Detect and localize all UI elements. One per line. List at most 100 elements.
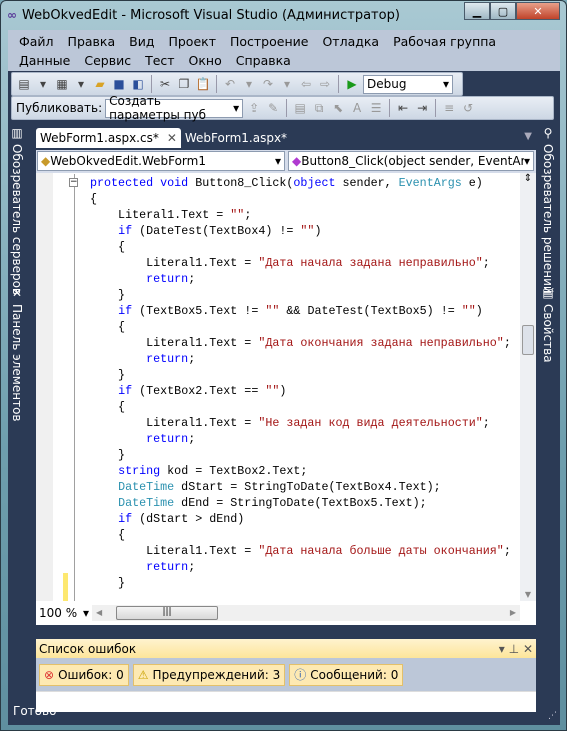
start-debug-icon[interactable]: ▶ [344,76,360,92]
add-item-icon[interactable]: ▦ [54,76,70,92]
close-button[interactable]: ✕ [516,2,560,20]
errors-filter-button[interactable]: ⊗ Ошибок: 0 [39,663,129,686]
info-icon: ⓘ [294,668,307,682]
menu-item[interactable]: Отладка [315,32,386,51]
messages-count: Сообщений: 0 [310,667,399,682]
code-token: ; [188,432,196,446]
code-line: } [90,447,511,463]
zoom-select[interactable]: 100 % ▾ [36,603,92,623]
edit-publish-icon[interactable]: ✎ [265,100,281,116]
menu-item[interactable]: Вид [122,32,161,51]
warning-icon: ⚠ [137,667,149,682]
open-folder-icon[interactable]: ▰ [92,76,108,92]
scroll-thumb[interactable]: ||| [116,606,218,620]
publish-web-icon[interactable]: ⇪ [246,100,262,116]
format-icon[interactable]: ▤ [292,100,308,116]
collapse-icon[interactable]: − [69,178,78,187]
copy-icon[interactable]: ❐ [176,76,192,92]
maximize-button[interactable]: ▢ [490,2,516,20]
status-bar: Готово [13,704,56,718]
menu-item[interactable]: Тест [138,51,181,70]
code-token: ) [314,224,322,238]
list-icon[interactable]: ☰ [368,100,384,116]
tab-webform1-aspx-cs[interactable]: WebForm1.aspx.cs* ✕ [36,128,181,148]
close-panel-icon[interactable]: ✕ [523,642,533,656]
code-token: { [90,240,126,254]
code-line: if (dStart > dEnd) [90,511,511,527]
scroll-down-icon[interactable]: ▼ [520,590,536,599]
resize-grip-icon[interactable]: ⋰ [548,711,557,721]
properties-tab[interactable]: ▤ Свойства [541,286,555,363]
menu-bar: Файл Правка Вид Проект Построение Отладка Рабо… [8,30,560,71]
menu-item[interactable]: Построение [223,32,315,51]
pin-icon[interactable]: ⊥ [509,642,519,656]
close-tab-icon[interactable]: ✕ [167,131,177,145]
navigate-forward-icon[interactable]: ⇨ [317,76,333,92]
code-token: e) [461,176,483,190]
indent-icon[interactable]: ⇥ [414,100,430,116]
menu-item[interactable]: Рабочая группа [386,32,503,51]
redo-icon[interactable]: ↷ [260,76,276,92]
tab-webform1-aspx[interactable]: WebForm1.aspx* [181,128,291,148]
code-editor[interactable]: − protected void Button8_Click(object se… [36,173,536,601]
code-token: Literal1.Text = [90,208,231,222]
warnings-filter-button[interactable]: ⚠ Предупреждений: 3 [132,663,286,686]
code-token: return [146,272,189,286]
menu-item[interactable]: Данные [12,51,77,70]
layout-icon[interactable]: ⧉ [311,100,327,116]
vertical-scrollbar[interactable]: ⇕ ▼ [520,173,536,601]
class-select[interactable]: ◆WebOkvedEdit.WebForm1 ▾ [37,151,285,171]
menu-item[interactable]: Сервис [77,51,138,70]
comment-icon[interactable]: ≡ [441,100,457,116]
new-project-icon[interactable]: ▤ [16,76,32,92]
error-list-title: Список ошибок [39,641,137,656]
navigate-back-icon[interactable]: ⇦ [298,76,314,92]
save-all-icon[interactable]: ◧ [130,76,146,92]
code-token: } [90,576,126,590]
title-bar: ∞ WebOkvedEdit - Microsoft Visual Studio… [7,5,400,25]
split-handle-icon[interactable]: ⇕ [520,173,536,184]
minimize-button[interactable]: ▁ [464,2,490,20]
menu-item[interactable]: Справка [229,51,298,70]
cut-icon[interactable]: ✂ [157,76,173,92]
font-icon[interactable]: A [349,100,365,116]
dropdown-arrow-icon[interactable]: ▾ [73,76,89,92]
code-token: kod = TextBox2.Text; [160,464,308,478]
solution-config-select[interactable]: Debug ▾ [363,74,453,94]
dropdown-arrow-icon[interactable]: ▾ [279,76,295,92]
solution-explorer-tab[interactable]: ⚲ Обозреватель решений [541,126,555,294]
select-icon[interactable]: ⬉ [330,100,346,116]
code-token: ) [475,304,483,318]
toolbox-tab[interactable]: ✕ Панель элементов [10,286,24,422]
save-icon[interactable]: ■ [111,76,127,92]
ide-client: Файл Правка Вид Проект Построение Отладка Рабо… [8,30,560,725]
code-line: return; [90,431,511,447]
outdent-icon[interactable]: ⇤ [395,100,411,116]
member-select[interactable]: ◆Button8_Click(object sender, EventArgs ▾ [288,151,534,171]
tab-list-dropdown-icon[interactable]: ▼ [524,131,532,142]
dropdown-icon[interactable]: ▾ [499,642,505,656]
server-explorer-tab[interactable]: ▥ Обозреватель серверов [10,126,24,295]
scroll-thumb[interactable] [522,325,534,355]
dropdown-arrow-icon[interactable]: ▾ [241,76,257,92]
code-token: (TextBox5.Text != [132,304,266,318]
undo-icon[interactable]: ↶ [222,76,238,92]
horizontal-scrollbar[interactable]: ◀ ||| ▶ [92,605,520,621]
menu-item[interactable]: Правка [61,32,123,51]
menu-item[interactable]: Проект [161,32,223,51]
code-token: { [90,320,126,334]
paste-icon[interactable]: 📋 [195,76,211,92]
scroll-right-icon[interactable]: ▶ [510,608,516,617]
dropdown-arrow-icon[interactable]: ▾ [35,76,51,92]
chevron-down-icon: ▾ [82,606,89,620]
messages-filter-button[interactable]: ⓘ Сообщений: 0 [289,663,404,686]
menu-item[interactable]: Файл [12,32,61,51]
uncomment-icon[interactable]: ↺ [460,100,476,116]
menu-item[interactable]: Окно [182,51,229,70]
scroll-left-icon[interactable]: ◀ [96,608,102,617]
publish-profile-select[interactable]: Создать параметры пуб ▾ [105,94,244,122]
code-token: void [160,176,189,190]
